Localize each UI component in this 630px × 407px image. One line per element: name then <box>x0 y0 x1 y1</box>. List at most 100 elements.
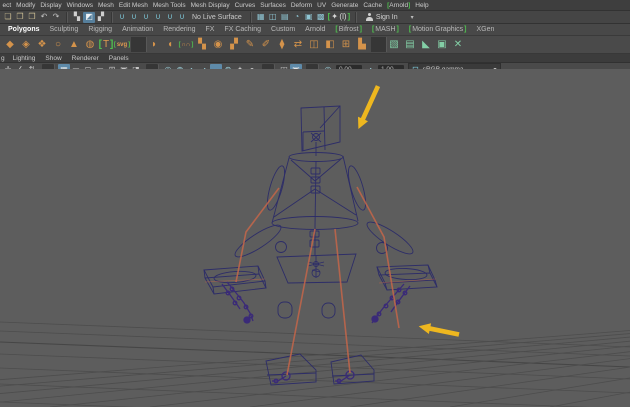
shelf-tab-rendering[interactable]: Rendering <box>158 25 200 34</box>
menu-help[interactable]: Help <box>413 2 431 9</box>
pinch-tool-icon[interactable]: ✕ <box>451 37 466 52</box>
snap-projected-center-icon[interactable]: ∪ <box>152 12 164 23</box>
menu-curves[interactable]: Curves <box>232 2 258 9</box>
select-hierarchy-icon[interactable]: ▚ <box>71 12 83 23</box>
booleans-icon[interactable]: ∩∩ <box>179 37 194 52</box>
separate-icon[interactable]: ◉ <box>211 37 226 52</box>
polygon-cylinder-icon[interactable]: ❖ <box>35 37 50 52</box>
menu-arnold[interactable]: Arnold <box>385 2 413 9</box>
panel-menu-renderer[interactable]: Renderer <box>67 55 104 62</box>
shelf-tab-polygons[interactable]: Polygons <box>3 25 45 34</box>
ipr-render-icon[interactable]: ▤ <box>279 12 291 23</box>
svg-tool-icon[interactable]: svg <box>115 37 130 52</box>
menu-cache[interactable]: Cache <box>361 2 385 9</box>
polygon-cone-icon[interactable]: ▲ <box>67 37 82 52</box>
select-component-icon[interactable]: ▞ <box>95 12 107 23</box>
shelf-tab-xgen[interactable]: XGen <box>472 25 500 34</box>
menu-mesh-tools[interactable]: Mesh Tools <box>150 2 188 9</box>
menu-select[interactable]: ect <box>0 2 14 9</box>
character-wireframe[interactable] <box>203 105 438 386</box>
boolean-union-icon[interactable]: ◗ <box>147 37 162 52</box>
shelf-tab-rigging[interactable]: Rigging <box>83 25 117 34</box>
panel-menu-panels[interactable]: Panels <box>104 55 134 62</box>
reduce-icon[interactable]: ▙ <box>355 37 370 52</box>
arnold-utility-icon[interactable]: ✦ <box>327 12 339 23</box>
bridge-icon[interactable]: ⇄ <box>291 37 306 52</box>
extrude-icon[interactable]: ◧ <box>323 37 338 52</box>
hypershade-icon[interactable]: ▣ <box>303 12 315 23</box>
combine-icon[interactable]: ▚ <box>195 37 210 52</box>
bevel-icon[interactable]: ⧫ <box>275 37 290 52</box>
no-live-surface-field[interactable]: No Live Surface <box>192 14 242 21</box>
menu-mesh-display[interactable]: Mesh Display <box>188 2 232 9</box>
render-settings-icon[interactable]: ▩ <box>315 12 327 23</box>
snap-view-plane-icon[interactable]: ∪ <box>164 12 176 23</box>
user-icon <box>365 13 373 21</box>
shelf-tab-custom[interactable]: Custom <box>266 25 300 34</box>
append-polygon-icon[interactable]: ⊞ <box>339 37 354 52</box>
left-shoulder-wing <box>266 165 286 211</box>
redo-icon[interactable]: ↷ <box>50 12 62 23</box>
separator <box>354 11 356 23</box>
shelf-tab-fx[interactable]: FX <box>201 25 220 34</box>
sign-in-label: Sign In <box>375 13 398 21</box>
shelf-tab-animation[interactable]: Animation <box>117 25 158 34</box>
torso <box>271 152 359 230</box>
new-scene-icon[interactable]: ❏ <box>2 12 14 23</box>
undo-icon[interactable]: ↶ <box>38 12 50 23</box>
menu-display[interactable]: Display <box>38 2 64 9</box>
shelf-tab-bifrost[interactable]: Bifrost <box>330 25 367 34</box>
separator <box>111 11 112 23</box>
menu-mesh[interactable]: Mesh <box>96 2 117 9</box>
panel-menu-lighting[interactable]: Lighting <box>8 55 41 62</box>
menu-surfaces[interactable]: Surfaces <box>258 2 289 9</box>
select-object-icon[interactable]: ◩ <box>83 11 95 23</box>
mirror-icon[interactable]: ◫ <box>307 37 322 52</box>
smooth-sculpt-tool-icon[interactable]: ▤ <box>403 37 418 52</box>
snap-grid-icon[interactable]: ∪ <box>116 12 128 23</box>
menu-generate[interactable]: Generate <box>329 2 361 9</box>
make-live-icon[interactable]: ∪ <box>176 12 188 23</box>
menu-uv[interactable]: UV <box>315 2 329 9</box>
annotation-arrows <box>358 85 460 337</box>
arnold-lights-icon[interactable]: (l) <box>339 12 351 23</box>
render-current-frame-icon[interactable]: ◫ <box>267 12 279 23</box>
open-scene-icon[interactable]: ❐ <box>14 12 26 23</box>
viewport-panel[interactable] <box>0 69 630 407</box>
skeleton-joints[interactable] <box>221 281 411 384</box>
hip-block <box>276 253 357 284</box>
relax-tool-icon[interactable]: ◣ <box>419 37 434 52</box>
multi-cut-icon[interactable]: ✎ <box>243 37 258 52</box>
render-view-icon[interactable]: ▦ <box>255 12 267 23</box>
boolean-difference-icon[interactable]: ◖ <box>163 37 178 52</box>
panel-menu-show[interactable]: Show <box>40 55 66 62</box>
snap-curve-icon[interactable]: ∪ <box>128 12 140 23</box>
quad-draw-icon[interactable]: ✐ <box>259 37 274 52</box>
separator <box>66 11 67 23</box>
save-scene-icon[interactable]: ❒ <box>26 12 38 23</box>
ground-grid <box>0 321 630 407</box>
sculpt-tool-icon[interactable]: ▧ <box>387 37 402 52</box>
polygon-pipe-icon[interactable]: ◍ <box>83 37 98 52</box>
polygon-cube-icon[interactable]: ◈ <box>19 37 34 52</box>
smooth-icon[interactable]: ▞ <box>227 37 242 52</box>
menu-deform[interactable]: Deform <box>288 2 314 9</box>
render-sequence-icon[interactable]: ◔ <box>291 12 303 23</box>
panel-menu-shading[interactable]: g <box>0 55 8 62</box>
menu-modify[interactable]: Modify <box>14 2 38 9</box>
menu-windows[interactable]: Windows <box>64 2 95 9</box>
shelf-tab-arnold[interactable]: Arnold <box>300 25 330 34</box>
polygon-torus-icon[interactable]: ○ <box>51 37 66 52</box>
shelf-tab-sculpting[interactable]: Sculpting <box>45 25 84 34</box>
grab-tool-icon[interactable]: ▣ <box>435 37 450 52</box>
shelf-tab-motion-graphics[interactable]: Motion Graphics <box>404 25 472 34</box>
polygon-sphere-icon[interactable]: ◆ <box>3 37 18 52</box>
menu-edit-mesh[interactable]: Edit Mesh <box>116 2 150 9</box>
shelf-tab-fx-caching[interactable]: FX Caching <box>219 25 266 34</box>
type-tool-icon[interactable]: T <box>99 37 114 52</box>
sign-in-button[interactable]: Sign In ▾ <box>365 13 414 21</box>
sign-in-caret-icon[interactable]: ▾ <box>411 14 414 21</box>
shelf-tab-mash[interactable]: MASH <box>367 25 404 34</box>
right-hand-box <box>376 264 438 291</box>
snap-point-icon[interactable]: ∪ <box>140 12 152 23</box>
